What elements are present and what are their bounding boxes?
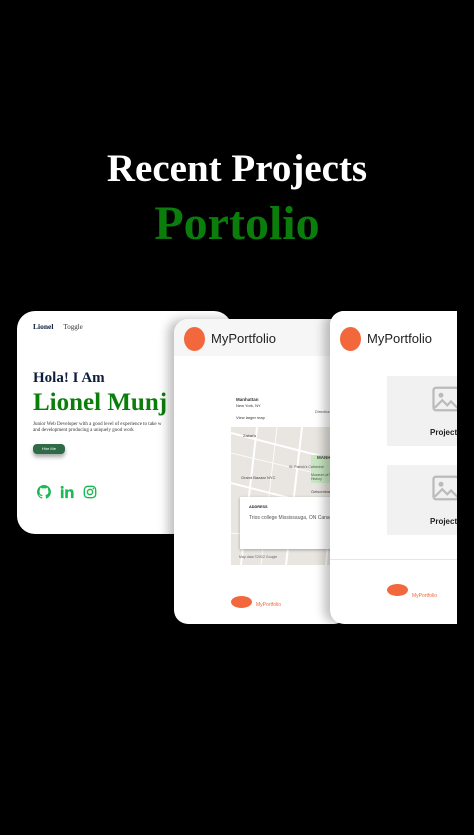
section-title: Recent Projects: [106, 147, 368, 190]
project-tile[interactable]: Project: [387, 465, 457, 535]
project-card-contact[interactable]: MyPortfolio Manhattan New York, NY View …: [174, 319, 348, 624]
map-label: Grand Bazaar NYC: [241, 475, 276, 480]
brand-name: MyPortfolio: [211, 331, 277, 346]
map-label: Gelsomina: [311, 489, 331, 494]
divider: [330, 559, 457, 560]
instagram-icon[interactable]: [83, 485, 97, 499]
map-label: Zabar's: [243, 433, 257, 438]
map-region: New York, NY: [236, 403, 261, 408]
image-placeholder-icon: [432, 475, 457, 501]
github-icon[interactable]: [37, 485, 51, 499]
map-footer: Map data ©2022 Google: [239, 555, 278, 559]
project-label: Project: [430, 517, 457, 526]
app-header: MyPortfolio: [174, 319, 348, 356]
footer-logo: [231, 596, 252, 608]
map-label: MANH: [317, 455, 331, 460]
image-placeholder-icon: [432, 386, 457, 412]
hero-name: Lionel Munj: [33, 389, 168, 416]
map-info: Manhattan New York, NY View larger map: [236, 397, 265, 421]
footer-brand: MyPortfolio: [412, 593, 438, 599]
brand-name: MyPortfolio: [367, 331, 433, 346]
nav-toggle[interactable]: Toggle: [63, 323, 82, 331]
brand-logo: [340, 327, 361, 351]
nav-name: Lionel: [33, 322, 54, 331]
map-link[interactable]: View larger map: [236, 415, 265, 421]
section-subtitle: Portolio: [154, 197, 320, 250]
address-title: ADDRESS: [249, 505, 268, 509]
hire-me-button[interactable]: Hire Me: [33, 444, 65, 454]
footer-logo: [387, 584, 408, 596]
hero-greeting: Hola! I Am: [33, 370, 105, 386]
project-label: Project: [430, 428, 457, 437]
app-header: MyPortfolio: [330, 311, 457, 367]
project-tile[interactable]: Project: [387, 376, 457, 446]
footer-brand: MyPortfolio: [256, 602, 282, 608]
project-card-projects[interactable]: MyPortfolio Project Project MyPortfolio: [330, 311, 457, 624]
linkedin-icon[interactable]: [60, 485, 74, 499]
hero-nav: Lionel Toggle: [33, 322, 83, 331]
brand-logo: [184, 327, 205, 351]
map-place: Manhattan: [236, 397, 259, 402]
